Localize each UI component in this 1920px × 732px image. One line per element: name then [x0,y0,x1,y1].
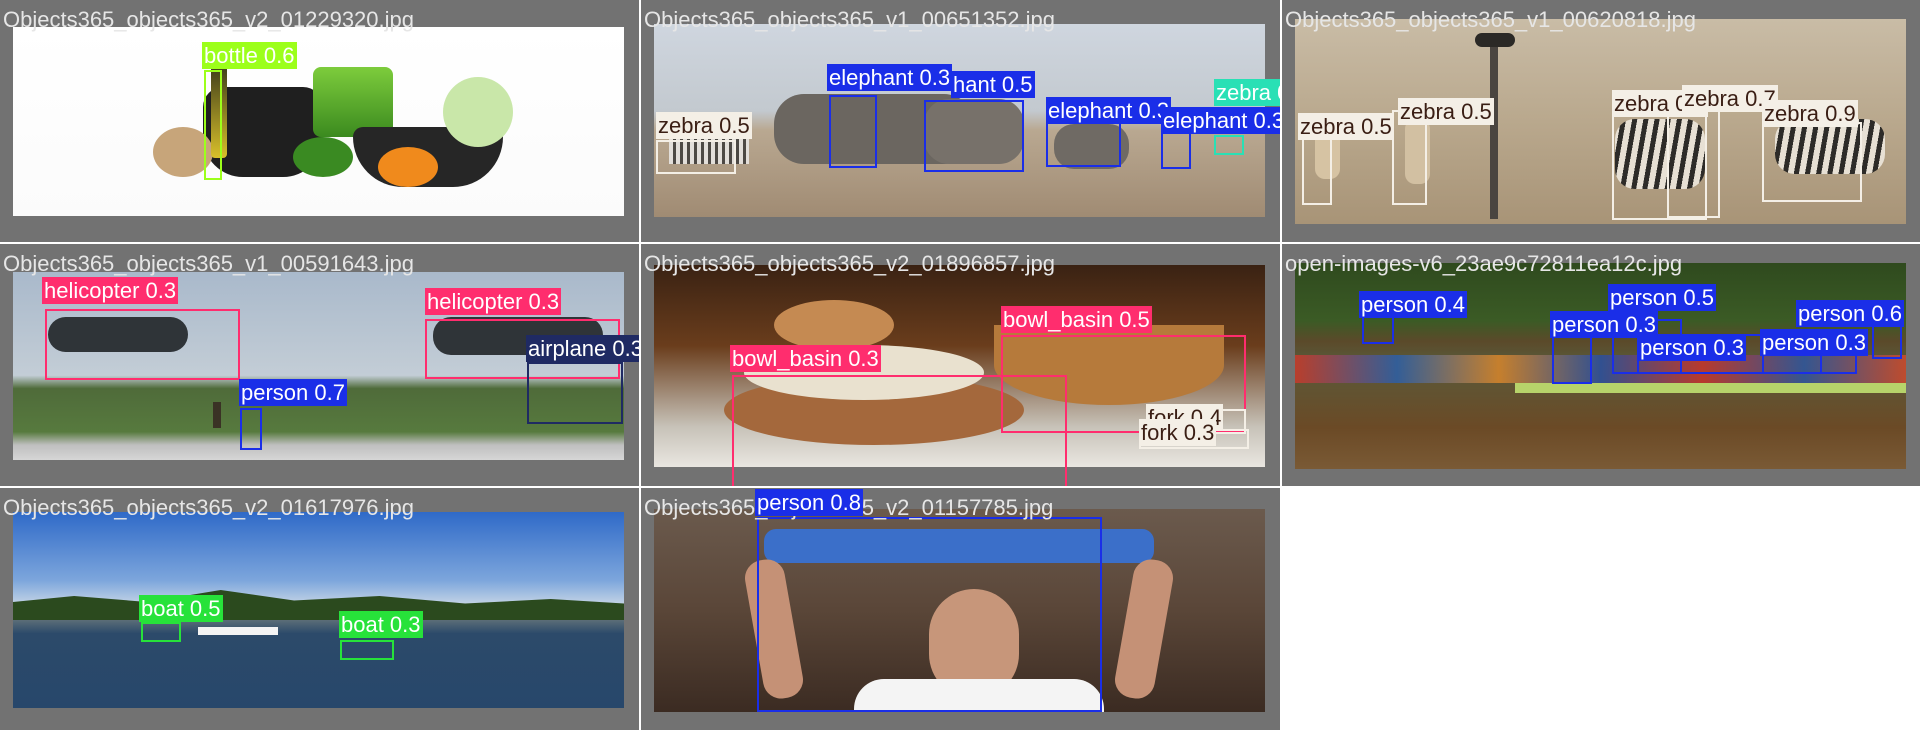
mosaic-cell: open-images-v6_23ae9c72811ea12c.jpgperso… [1282,244,1920,486]
image-thumbnail [13,512,624,708]
mosaic-cell: Objects365_objects365_v2_01157785.jpgper… [641,488,1280,730]
image-filename: open-images-v6_23ae9c72811ea12c.jpg [1285,251,1683,276]
image-filename: Objects365_objects365_v1_00591643.jpg [3,251,414,276]
detection-label: zebra 0.5 [1298,113,1394,140]
detection-box [240,408,262,450]
detection-label: bowl_basin 0.5 [1001,306,1152,333]
detection-label: person 0.7 [239,379,347,406]
detection-box [1667,108,1720,218]
detection-label: elephant 0.3 [827,64,953,91]
detection-label: person 0.8 [755,489,863,516]
detection-box [829,95,877,168]
detection-label: elephant 0.3 [1046,97,1172,124]
image-filename: Objects365_objects365_v2_01617976.jpg [3,495,414,520]
detection-box [45,309,240,380]
detection-label: bowl_basin 0.3 [730,345,881,372]
detection-label: boat 0.3 [339,611,423,638]
mosaic-cell: Objects365_objects365_v2_01229320.jpgbot… [0,0,639,242]
detection-label: zebra 0.9 [1762,100,1858,127]
image-filename: Objects365_objects365_v2_01896857.jpg [644,251,1055,276]
detection-box [141,622,181,642]
mosaic-cell: Objects365_objects365_v1_00620818.jpgzeb… [1282,0,1920,242]
mosaic-cell: Objects365_objects365_v1_00591643.jpg hel… [0,244,639,486]
detection-box [757,517,1102,712]
detection-box [204,70,222,180]
mosaic-cell: Objects365_objects365_v1_00651352.jpgzeb… [641,0,1280,242]
mosaic-cell: Objects365_objects365_v2_01617976.jpgboa… [0,488,639,730]
detection-box [527,362,623,424]
detection-label: zebra 0.5 [1398,98,1494,125]
detection-label: fork 0.3 [1139,419,1217,446]
detection-label: boat 0.5 [139,595,223,622]
image-filename: Objects365_objects365_v1_00620818.jpg [1285,7,1696,32]
detection-box [340,640,394,660]
detection-box [1762,122,1862,202]
detection-box [1046,122,1121,167]
detection-label: person 0.3 [1760,329,1868,356]
detection-label: airplane 0.3 [526,335,639,362]
detection-box [656,140,736,174]
detection-label: person 0.6 [1796,300,1904,327]
detection-label: elephant 0.3 [1161,107,1280,134]
detection-label: person 0.3 [1638,334,1746,361]
image-filename: Objects365_objects365_v1_00651352.jpg [644,7,1055,32]
detection-label: person 0.4 [1359,291,1467,318]
detection-label: helicopter 0.3 [42,277,179,304]
detection-label: bottle 0.6 [202,42,297,69]
detection-box [1214,135,1244,155]
mosaic-grid: Objects365_objects365_v2_01229320.jpgbot… [0,0,1920,732]
detection-box [732,375,1067,486]
detection-label: person 0.5 [1608,284,1716,311]
detection-label: helicopter 0.3 [425,288,562,315]
detection-label: zebra 0.3 [1214,79,1280,106]
image-thumbnail [13,27,624,216]
mosaic-cell: Objects365_objects365_v2_01896857.jpgbow… [641,244,1280,486]
detection-label: zebra 0.5 [656,112,752,139]
detection-label: hant 0.5 [951,71,1035,98]
image-filename: Objects365_objects365_v2_01229320.jpg [3,7,414,32]
detection-box [924,100,1024,172]
